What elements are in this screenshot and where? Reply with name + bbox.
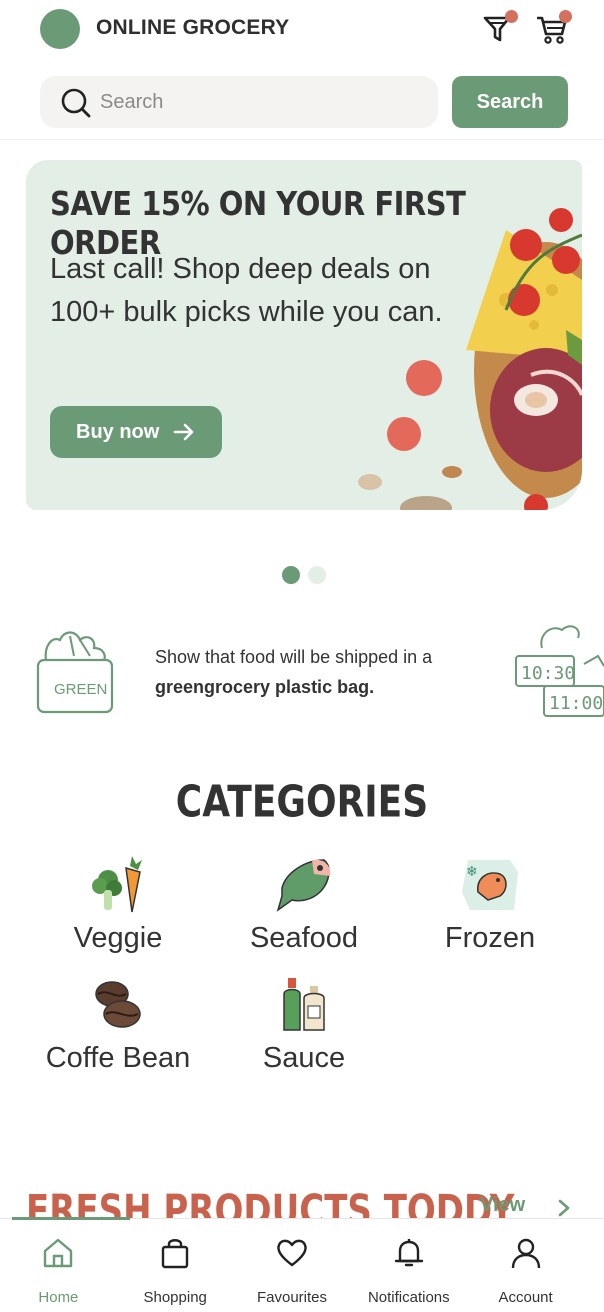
bag-label: GREEN [54,681,107,698]
coffee-bean-icon [95,981,141,1028]
category-label: Coffe Bean [45,1042,191,1074]
carousel-dot-active[interactable] [282,566,300,584]
cart-button[interactable] [534,10,572,46]
promo-banner: SAVE 15% ON YOUR FIRST ORDER Last call! … [26,160,582,510]
shipping-info: Show that food will be shipped in a gree… [155,642,485,702]
arrow-right-icon [174,423,194,441]
category-label: Frozen [444,922,536,954]
category-veggie[interactable]: Veggie [28,852,208,955]
nav-label: Account [498,1289,553,1306]
carousel-dot[interactable] [308,566,326,584]
brand-logo [40,9,80,49]
carousel-indicator [282,566,326,584]
category-label: Sauce [262,1042,346,1074]
view-all-link[interactable]: View [480,1194,525,1217]
buy-now-button[interactable]: Buy now [50,406,222,458]
nav-account[interactable]: Account [467,1219,584,1312]
shipping-info-text: Show that food will be shipped in a [155,647,433,667]
cart-badge [559,10,572,23]
search-bar [40,76,438,128]
food-illustration [358,208,582,510]
nav-label: Shopping [143,1289,207,1306]
search-input[interactable] [100,86,420,118]
veggie-icon [92,856,142,913]
chevron-right-icon[interactable] [556,1198,572,1218]
heart-icon [277,1239,307,1267]
buy-now-label: Buy now [76,420,160,443]
fish-icon [276,859,331,912]
bottom-nav: Home Shopping Favourites Notifications A… [0,1217,604,1312]
nav-favourites[interactable]: Favourites [234,1219,351,1312]
filter-badge [505,10,518,23]
nav-home[interactable]: Home [0,1217,130,1312]
nav-label: Home [38,1289,79,1306]
category-coffee-bean[interactable]: Coffe Bean [28,972,208,1075]
filter-button[interactable] [480,10,518,46]
grocery-bag-icon: GREEN [36,631,114,714]
shopping-bag-icon [161,1239,189,1269]
shipping-info-bold: greengrocery plastic bag. [155,677,375,697]
search-button[interactable]: Search [452,76,568,128]
nav-label: Notifications [367,1289,450,1306]
svg-text:❄: ❄ [466,864,478,880]
bell-icon [394,1239,423,1267]
category-sauce[interactable]: Sauce [214,972,394,1075]
category-label: Veggie [73,922,163,954]
category-frozen[interactable]: ❄ Frozen [400,852,580,955]
sauce-bottles-icon [283,978,325,1031]
brand-name: ONLINE GROCERY [96,16,290,39]
home-icon [44,1238,73,1268]
clock-bottom-text: 11:00 [549,693,603,714]
search-icon [61,88,91,118]
category-seafood[interactable]: Seafood [214,852,394,955]
nav-notifications[interactable]: Notifications [350,1219,467,1312]
categories-title: CATEGORIES [175,778,429,828]
user-icon [511,1238,540,1269]
nav-label: Favourites [256,1289,327,1306]
clock-top-text: 10:30 [521,663,575,684]
nav-shopping[interactable]: Shopping [117,1219,234,1312]
frozen-shrimp-icon: ❄ [462,860,518,910]
header: ONLINE GROCERY Search [0,0,604,140]
category-label: Seafood [249,922,359,954]
delivery-time-icon: 10:30 11:00 [515,625,604,717]
